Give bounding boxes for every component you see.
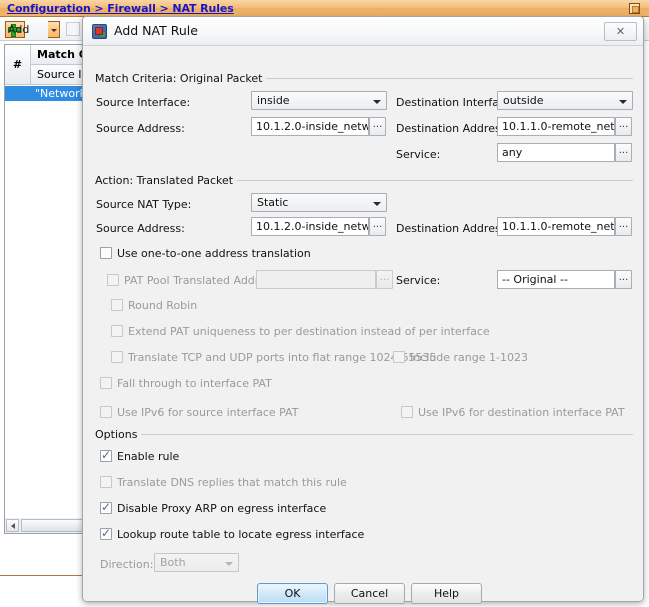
options-group-title: Options bbox=[95, 428, 142, 441]
chevron-down-icon bbox=[225, 562, 233, 566]
dialog-body: Match Criteria: Original Packet Source I… bbox=[83, 46, 643, 604]
source-nat-type-value: Static bbox=[257, 196, 289, 209]
chevron-down-icon bbox=[373, 100, 381, 104]
action-source-address-browse-button[interactable]: ... bbox=[369, 217, 386, 236]
add-dropdown-chevron-down-icon[interactable] bbox=[48, 21, 60, 38]
destination-interface-combo[interactable]: outside bbox=[497, 91, 633, 110]
translate-dns-checkbox[interactable] bbox=[100, 476, 112, 488]
help-button[interactable]: Help bbox=[411, 583, 482, 604]
lookup-route-table-label: Lookup route table to locate egress inte… bbox=[117, 528, 365, 541]
restore-window-icon[interactable] bbox=[629, 3, 640, 14]
source-interface-label: Source Interface: bbox=[96, 96, 191, 109]
disable-proxy-arp-checkbox[interactable] bbox=[100, 500, 112, 514]
ipv6-destination-label: Use IPv6 for destination interface PAT bbox=[418, 406, 625, 419]
direction-combo[interactable]: Both bbox=[154, 553, 239, 572]
include-range-checkbox[interactable] bbox=[393, 351, 405, 363]
match-destination-address-input[interactable]: 10.1.1.0-remote_networ bbox=[497, 117, 615, 136]
action-source-address-input[interactable]: 10.1.2.0-inside_network bbox=[251, 217, 369, 236]
direction-label: Direction: bbox=[100, 558, 154, 571]
flat-range-label: Translate TCP and UDP ports into flat ra… bbox=[128, 351, 437, 364]
fall-through-checkbox[interactable] bbox=[100, 377, 112, 389]
table-header-number: # bbox=[5, 45, 31, 85]
action-destination-address-browse-button[interactable]: ... bbox=[615, 217, 632, 236]
use-one-to-one-checkbox[interactable] bbox=[100, 247, 112, 259]
include-range-label: Include range 1-1023 bbox=[410, 351, 528, 364]
scroll-left-arrow-icon[interactable] bbox=[6, 519, 19, 532]
match-service-input[interactable]: any bbox=[497, 143, 615, 162]
extend-pat-uniqueness-checkbox[interactable] bbox=[111, 325, 123, 337]
pat-pool-input[interactable] bbox=[256, 270, 376, 289]
match-source-address-label: Source Address: bbox=[96, 122, 185, 135]
action-destination-address-input[interactable]: 10.1.1.0-remote_networ bbox=[497, 217, 615, 236]
enable-rule-checkbox[interactable] bbox=[100, 448, 112, 462]
action-group-title: Action: Translated Packet bbox=[95, 174, 238, 187]
cancel-button[interactable]: Cancel bbox=[334, 583, 405, 604]
pat-pool-checkbox[interactable] bbox=[107, 274, 119, 286]
dialog-title: Add NAT Rule bbox=[114, 23, 198, 38]
round-robin-checkbox[interactable] bbox=[111, 299, 123, 311]
ok-button[interactable]: OK bbox=[257, 583, 328, 604]
match-source-address-browse-button[interactable]: ... bbox=[369, 117, 386, 136]
add-nat-rule-dialog: Add NAT Rule ✕ Match Criteria: Original … bbox=[82, 16, 644, 604]
ipv6-source-checkbox[interactable] bbox=[100, 406, 112, 418]
destination-interface-value: outside bbox=[503, 94, 544, 107]
match-destination-address-label: Destination Address: bbox=[396, 122, 511, 135]
action-service-label: Service: bbox=[396, 274, 441, 287]
source-interface-combo[interactable]: inside bbox=[251, 91, 387, 110]
direction-value: Both bbox=[160, 556, 186, 569]
add-button-label: Add bbox=[8, 23, 30, 36]
source-nat-type-combo[interactable]: Static bbox=[251, 193, 387, 212]
pat-pool-browse-button[interactable]: ... bbox=[376, 270, 393, 289]
match-service-label: Service: bbox=[396, 148, 441, 161]
breadcrumb[interactable]: Configuration > Firewall > NAT Rules bbox=[7, 2, 234, 15]
close-button[interactable]: ✕ bbox=[604, 22, 637, 41]
chevron-down-icon bbox=[373, 202, 381, 206]
options-group-rule bbox=[95, 434, 633, 435]
match-service-browse-button[interactable]: ... bbox=[615, 143, 632, 162]
fall-through-label: Fall through to interface PAT bbox=[117, 377, 272, 390]
disable-proxy-arp-label: Disable Proxy ARP on egress interface bbox=[117, 502, 327, 515]
round-robin-label: Round Robin bbox=[128, 299, 198, 312]
flat-range-checkbox[interactable] bbox=[111, 351, 123, 363]
source-nat-type-label: Source NAT Type: bbox=[96, 198, 192, 211]
edit-icon[interactable] bbox=[66, 22, 80, 36]
breadcrumb-bar: Configuration > Firewall > NAT Rules bbox=[0, 0, 649, 17]
ipv6-source-label: Use IPv6 for source interface PAT bbox=[117, 406, 299, 419]
ipv6-destination-checkbox[interactable] bbox=[401, 406, 413, 418]
dialog-titlebar: Add NAT Rule ✕ bbox=[83, 17, 643, 46]
chevron-down-icon bbox=[619, 100, 627, 104]
extend-pat-uniqueness-label: Extend PAT uniqueness to per destination… bbox=[128, 325, 490, 338]
action-destination-address-label: Destination Address: bbox=[396, 222, 511, 235]
action-service-input[interactable]: -- Original -- bbox=[497, 270, 615, 289]
lookup-route-table-checkbox[interactable] bbox=[100, 526, 112, 540]
use-one-to-one-label: Use one-to-one address translation bbox=[117, 247, 311, 260]
source-interface-value: inside bbox=[257, 94, 290, 107]
match-source-address-input[interactable]: 10.1.2.0-inside_network bbox=[251, 117, 369, 136]
match-destination-address-browse-button[interactable]: ... bbox=[615, 117, 632, 136]
translate-dns-label: Translate DNS replies that match this ru… bbox=[117, 476, 347, 489]
match-criteria-group-title: Match Criteria: Original Packet bbox=[95, 72, 267, 85]
action-source-address-label: Source Address: bbox=[96, 222, 185, 235]
nat-rule-icon bbox=[92, 24, 107, 39]
close-icon: ✕ bbox=[615, 25, 626, 38]
action-service-browse-button[interactable]: ... bbox=[615, 270, 632, 289]
enable-rule-label: Enable rule bbox=[117, 450, 180, 463]
add-button[interactable]: Add bbox=[5, 21, 29, 38]
